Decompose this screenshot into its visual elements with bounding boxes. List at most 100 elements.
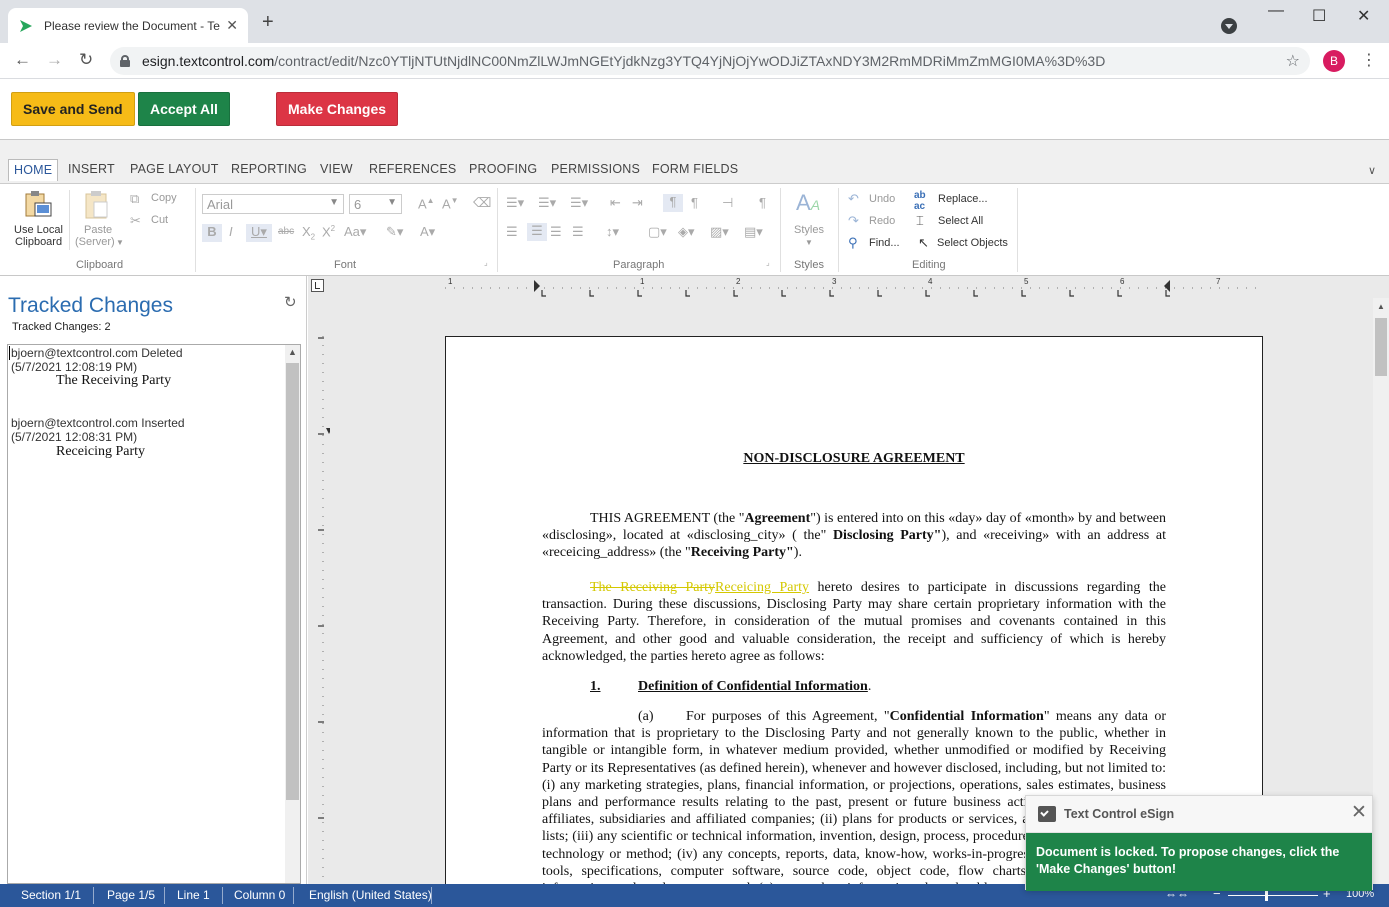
italic-icon[interactable]: I (229, 224, 233, 239)
url-text: esign.textcontrol.com/contract/edit/Nzc0… (142, 53, 1106, 69)
frame-color-icon[interactable]: ▨▾ (710, 224, 729, 240)
tab-insert[interactable]: INSERT (68, 162, 115, 176)
font-size-select[interactable]: 6 ▼ (349, 194, 402, 214)
cut-button[interactable]: Cut (151, 214, 168, 226)
cut-icon: ✂ (130, 213, 141, 228)
zoom-slider[interactable] (1228, 895, 1318, 896)
bookmark-star-icon[interactable]: ☆ (1286, 51, 1300, 71)
toast-close-icon[interactable]: ✕ (1351, 803, 1367, 822)
tab-close-icon[interactable]: ✕ (226, 17, 238, 34)
borders-icon[interactable]: ▢▾ (648, 224, 667, 240)
refresh-icon[interactable]: ↻ (284, 293, 297, 311)
select-objects-button[interactable]: Select Objects (937, 237, 1008, 249)
change-case-icon[interactable]: Aa▾ (344, 224, 366, 240)
ribbon-separator (497, 188, 498, 272)
browser-tab[interactable]: Please review the Document - Te ✕ (8, 8, 248, 43)
list-item[interactable]: bjoern@textcontrol.com Inserted (5/7/202… (8, 415, 286, 477)
select-all-button[interactable]: Select All (938, 215, 983, 227)
tab-permissions[interactable]: PERMISSIONS (551, 162, 640, 176)
align-center-icon[interactable]: ☰ (527, 223, 547, 241)
make-changes-button[interactable]: Make Changes (276, 92, 399, 126)
align-right-icon[interactable]: ☰ (550, 224, 562, 240)
paragraph-ltr-icon[interactable]: ¶ (691, 195, 698, 210)
maximize-icon[interactable]: ☐ (1312, 6, 1326, 26)
paragraph-dialog-launcher-icon[interactable]: ⌟ (766, 258, 770, 267)
tab-view[interactable]: VIEW (320, 162, 353, 176)
align-left-icon[interactable]: ☰ (506, 224, 518, 240)
undo-button[interactable]: Undo (869, 193, 895, 205)
scroll-up-icon[interactable]: ▲ (1377, 302, 1385, 311)
change-text: The Receiving Party (56, 373, 172, 388)
back-arrow-icon[interactable]: ← (14, 51, 31, 69)
ribbon-collapse-icon[interactable]: ∨ (1368, 164, 1376, 177)
new-tab-icon[interactable]: + (262, 12, 274, 32)
bullets-icon[interactable]: ☰▾ (506, 195, 524, 211)
save-and-send-button[interactable]: Save and Send (11, 92, 135, 126)
browser-menu-icon[interactable]: ⋮ (1361, 50, 1377, 70)
show-marks-icon[interactable]: ¶ (759, 195, 766, 210)
tracked-changes-title: Tracked Changes (8, 294, 173, 317)
ruler-number: 6 (1120, 277, 1125, 286)
paste-server-button[interactable]: Paste (Server) ▼ (74, 190, 126, 250)
status-divider (222, 887, 223, 904)
font-color-icon[interactable]: A▾ (420, 224, 435, 240)
superscript-icon[interactable]: X2 (322, 224, 335, 239)
checklist-icon (1038, 806, 1056, 822)
scroll-thumb[interactable] (1375, 318, 1387, 376)
window-close-icon[interactable]: ✕ (1357, 6, 1370, 26)
clear-format-icon[interactable]: ⌫ (473, 195, 491, 211)
frame-style-icon[interactable]: ▤▾ (744, 224, 763, 240)
list-scrollbar[interactable]: ▲ (285, 345, 300, 883)
replace-button[interactable]: Replace... (938, 193, 988, 205)
list-item[interactable]: bjoern@textcontrol.com Deleted (5/7/2021… (8, 345, 286, 407)
tab-favicon-icon (20, 19, 32, 32)
shrink-font-icon[interactable]: A▼ (442, 196, 459, 211)
vertical-ruler[interactable] (308, 298, 330, 884)
tab-references[interactable]: REFERENCES (369, 162, 456, 176)
shading-icon[interactable]: ◈▾ (678, 224, 695, 240)
line-spacing-icon[interactable]: ↕▾ (606, 224, 619, 240)
font-group-label: Font (334, 259, 357, 271)
browser-toolbar: ← → ↻ esign.textcontrol.com/contract/edi… (0, 43, 1389, 79)
forward-arrow-icon[interactable]: → (46, 51, 63, 69)
tab-home[interactable]: HOME (8, 159, 59, 181)
redo-button[interactable]: Redo (869, 215, 895, 227)
tab-reporting[interactable]: REPORTING (231, 162, 307, 176)
tab-page-layout[interactable]: PAGE LAYOUT (130, 162, 219, 176)
styles-button[interactable]: AA Styles ▼ (789, 190, 829, 254)
tracked-changes-list[interactable]: bjoern@textcontrol.com Deleted (5/7/2021… (7, 344, 301, 884)
scroll-up-icon[interactable]: ▲ (288, 347, 297, 357)
document-scrollbar[interactable]: ▲ (1373, 298, 1389, 884)
use-local-clipboard-button[interactable]: Use Local Clipboard (12, 190, 66, 250)
copy-button[interactable]: Copy (151, 192, 177, 204)
profile-avatar[interactable]: B (1323, 50, 1345, 72)
bold-icon[interactable]: B (202, 224, 222, 242)
justify-icon[interactable]: ☰ (572, 224, 584, 240)
vertical-ruler-ticks (318, 336, 330, 884)
find-button[interactable]: Find... (869, 237, 900, 249)
reload-icon[interactable]: ↻ (79, 51, 93, 69)
grow-font-icon[interactable]: A▲ (418, 196, 435, 211)
decrease-indent-icon[interactable]: ⇤ (610, 195, 621, 211)
tab-form-fields[interactable]: FORM FIELDS (652, 162, 738, 176)
address-bar[interactable]: esign.textcontrol.com/contract/edit/Nzc0… (110, 47, 1310, 75)
underline-icon[interactable]: U▾ (246, 224, 272, 242)
multilevel-list-icon[interactable]: ☰▾ (570, 195, 588, 211)
zoom-slider-thumb[interactable] (1265, 890, 1268, 901)
strikethrough-icon[interactable]: abc (278, 226, 294, 237)
font-name-select[interactable]: Arial ▼ (202, 194, 344, 214)
numbering-icon[interactable]: ☰▾ (538, 195, 556, 211)
horizontal-ruler[interactable]: 1 1 2 3 4 5 6 7 (308, 276, 1373, 298)
tab-proofing[interactable]: PROOFING (469, 162, 537, 176)
subscript-icon[interactable]: X2 (302, 224, 315, 242)
tab-search-icon[interactable] (1221, 18, 1237, 34)
minimize-icon[interactable]: — (1268, 2, 1284, 20)
increase-indent-icon[interactable]: ⇥ (632, 195, 643, 211)
tab-stop-icon[interactable]: ⊣ (722, 195, 733, 211)
status-divider (93, 887, 94, 904)
accept-all-button[interactable]: Accept All (138, 92, 230, 126)
font-dialog-launcher-icon[interactable]: ⌟ (484, 258, 488, 267)
paragraph-rtl-icon[interactable]: ¶ (663, 194, 683, 212)
scroll-thumb[interactable] (286, 363, 299, 800)
highlight-icon[interactable]: ✎▾ (386, 224, 403, 240)
